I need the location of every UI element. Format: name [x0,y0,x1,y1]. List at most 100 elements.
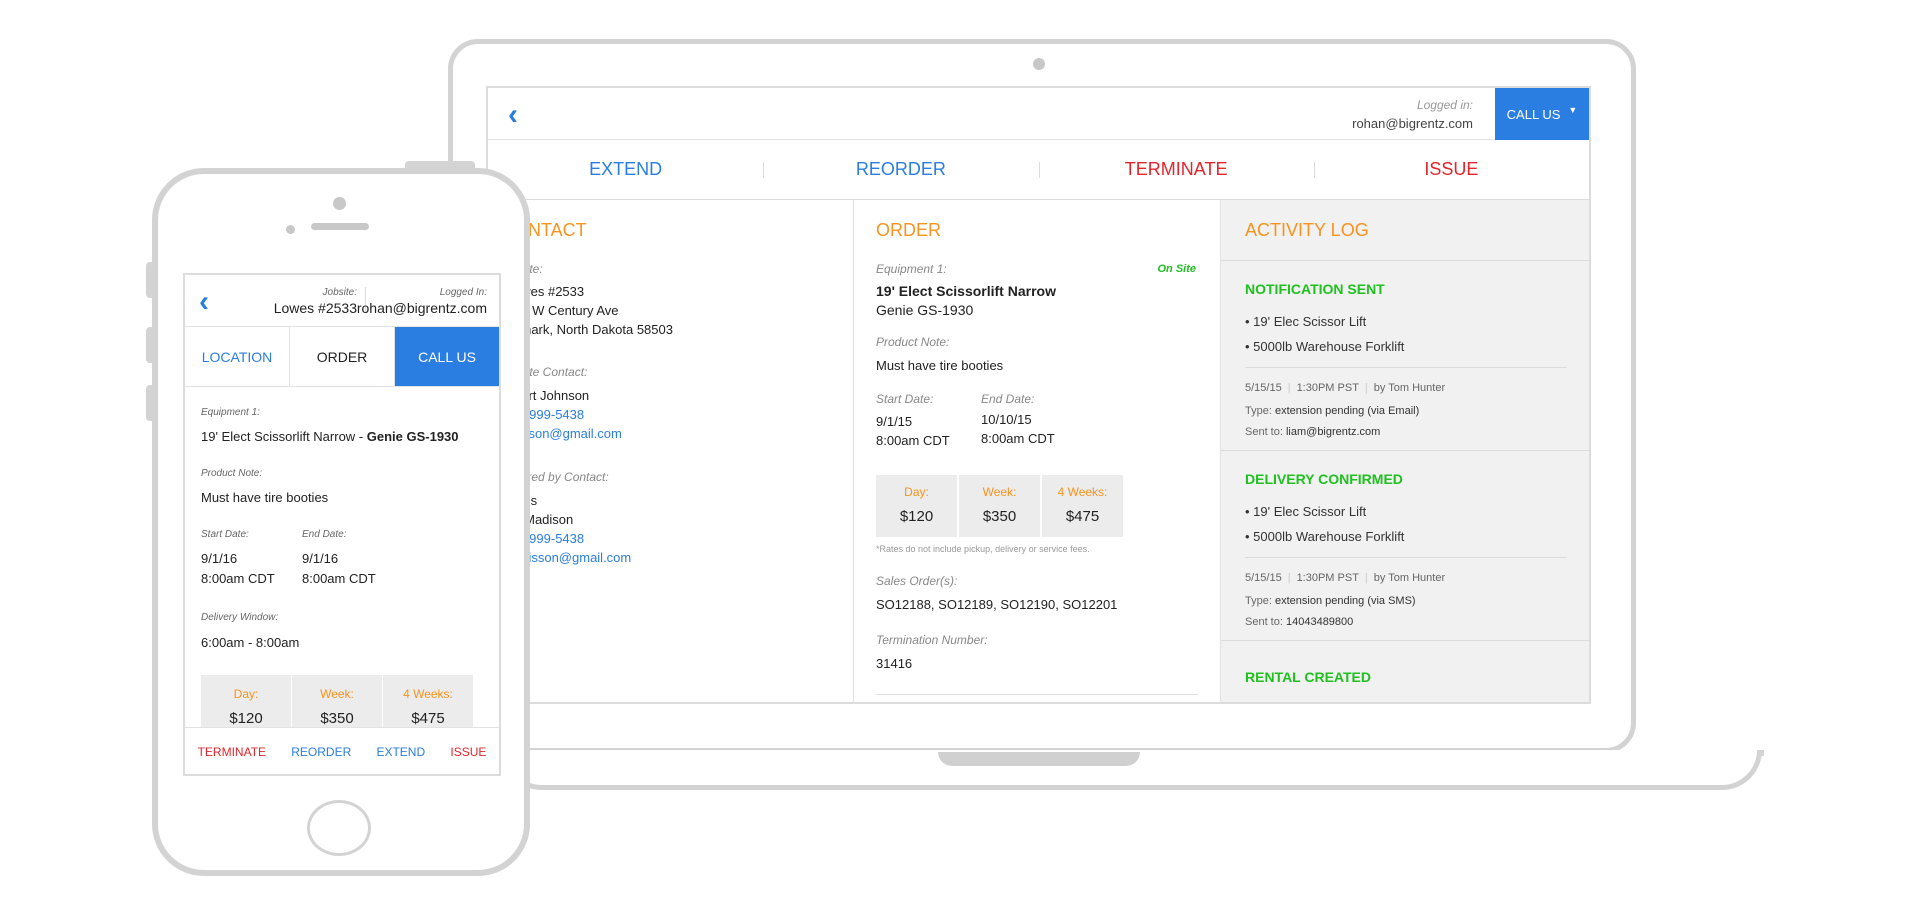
rate-value: $350 [982,508,1017,525]
equipment-model: Genie GS-1930 [366,429,459,444]
rate-day: Day: $120 [876,475,957,537]
rate-value: $350 [320,710,354,727]
start-time-value: 8:00am CDT [201,571,275,586]
start-time-value: 8:00am CDT [876,433,950,448]
logged-in-info: Logged In: rohan@bigrentz.com [357,287,487,316]
divider [1245,557,1567,558]
start-date: 9/1/15 8:00am CDT [876,412,950,450]
rate-value: $475 [1065,508,1100,525]
jobsite-line: 01 W Century Ave [514,303,619,318]
issue-button[interactable]: ISSUE [450,745,486,759]
caret-down-icon: ▼ [1568,105,1578,115]
activity-item: • 19' Elec Scissor Lift [1245,314,1367,329]
sent-value: 14043489800 [1285,616,1354,628]
rates-note: *Rates do not include pickup, delivery o… [876,544,1090,554]
terminate-button[interactable]: TERMINATE [1038,140,1314,199]
end-date-value: 10/10/15 [981,412,1032,427]
phone-sensor [286,225,295,234]
delivery-window-label: Delivery Window: [201,612,279,623]
jobsite-line: smark, North Dakota 58503 [514,322,673,337]
rate-label: Day: [904,485,929,499]
ordered-email[interactable]: adisson@gmail.com [514,548,631,567]
rate-4-weeks: 4 Weeks: $475 [1042,475,1123,537]
phone-home-button [307,800,371,856]
rate-week: Week: $350 [959,475,1040,537]
end-time-value: 8:00am CDT [302,571,376,586]
laptop-screen: ‹ Logged in: rohan@bigrentz.com CALL US … [486,86,1591,704]
activity-item: • 5000lb Warehouse Forklift [1245,529,1405,544]
extend-button[interactable]: EXTEND [376,745,425,759]
equipment-name: 19' Elect Scissorlift Narrow [876,283,1056,299]
equipment-info: 19' Elect Scissorlift Narrow Genie GS-19… [876,282,1056,320]
activity-entry: DELIVERY CONFIRMED • 19' Elec Scissor Li… [1221,451,1589,641]
activity-entry-title: RENTAL CREATED [1245,669,1371,685]
rate-label: Week: [982,485,1017,499]
activity-header: ACTIVITY LOG [1221,200,1589,261]
delivery-window: 6:00am - 8:00am [201,635,300,650]
logged-in-info: Logged in: rohan@bigrentz.com [1352,98,1473,131]
activity-time: 1:30PM PST [1296,572,1359,584]
jobsite-label: Jobsite: [322,287,357,298]
order-title: ORDER [876,220,942,240]
equipment-label: Equipment 1: [876,262,947,276]
phone-action-bar: TERMINATE REORDER EXTEND ISSUE [185,727,499,774]
sent-value: liam@bigrentz.com [1285,426,1381,438]
rate-value: $120 [899,508,934,525]
termination-number: 31416 [876,656,913,671]
jobsite-contact-email[interactable]: hnson@gmail.com [514,424,622,443]
jobsite-contact-name: bert Johnson [514,388,590,403]
end-date-value: 9/1/16 [302,551,339,566]
start-date-label: Start Date: [201,529,249,540]
phone-screen: ‹ Jobsite: Lowes #2533 Logged In: rohan@… [183,273,501,776]
activity-type: Type: extension pending (via Email) [1245,405,1419,417]
phone-camera [333,197,346,210]
order-panel: ORDER Equipment 1: On Site 19' Elect Sci… [854,200,1221,702]
back-chevron-icon[interactable]: ‹ [508,100,518,130]
rate-label: 4 Weeks: [1057,485,1108,499]
product-note: Must have tire booties [876,358,1004,373]
activity-item: • 19' Elec Scissor Lift [1245,504,1367,519]
activity-entry: RENTAL CREATED [1221,641,1589,702]
activity-item: • 5000lb Warehouse Forklift [1245,339,1405,354]
activity-entry-title: DELIVERY CONFIRMED [1245,471,1403,487]
jobsite-line: owes #2533 [514,284,585,299]
call-us-label: CALL US [1506,106,1561,122]
product-note-label: Product Note: [876,335,950,349]
start-date: 9/1/16 8:00am CDT [201,549,275,589]
call-us-button[interactable]: CALL US ▼ [1495,88,1589,140]
extend-button[interactable]: EXTEND [488,140,763,199]
back-chevron-icon[interactable]: ‹ [199,287,209,317]
product-note-label: Product Note: [201,468,263,479]
jobsite-contact-phone[interactable]: 5) 999-5438 [514,405,622,424]
end-date-label: End Date: [302,529,347,540]
rate-label: 4 Weeks: [403,687,453,701]
activity-title: ACTIVITY LOG [1245,220,1369,240]
top-bar: ‹ Logged in: rohan@bigrentz.com CALL US … [488,88,1589,140]
logged-in-user: rohan@bigrentz.com [1352,116,1473,131]
equipment-name: 19' Elect Scissorlift Narrow - [201,429,367,444]
phone-tabs: LOCATION ORDER CALL US [185,327,499,387]
tab-call-us[interactable]: CALL US [395,327,499,386]
jobsite-address: owes #2533 01 W Century Ave smark, North… [514,282,673,339]
tab-location[interactable]: LOCATION [185,327,290,386]
tab-order[interactable]: ORDER [290,327,395,386]
termination-label: Termination Number: [876,633,988,647]
activity-entry-title: NOTIFICATION SENT [1245,281,1385,297]
logged-in-label: Logged in: [1416,98,1473,112]
activity-by: by Tom Hunter [1373,382,1446,394]
type-value: extension pending (via SMS) [1274,595,1416,607]
sales-orders: SO12188, SO12189, SO12190, SO12201 [876,597,1118,612]
ordered-phone[interactable]: 5) 999-5438 [514,529,631,548]
activity-meta: 5/15/15 | 1:30PM PST | by Tom Hunter [1245,572,1446,584]
end-date: 9/1/16 8:00am CDT [302,549,376,589]
rate-value: $120 [229,710,263,727]
logged-in-user: rohan@bigrentz.com [356,300,487,316]
end-date: 10/10/15 8:00am CDT [981,410,1055,448]
activity-type: Type: extension pending (via SMS) [1245,595,1416,607]
sales-orders-label: Sales Order(s): [876,574,958,588]
reorder-button[interactable]: REORDER [291,745,351,759]
terminate-button[interactable]: TERMINATE [198,745,266,759]
activity-meta: 5/15/15 | 1:30PM PST | by Tom Hunter [1245,382,1446,394]
issue-button[interactable]: ISSUE [1313,140,1589,199]
reorder-button[interactable]: REORDER [763,140,1038,199]
